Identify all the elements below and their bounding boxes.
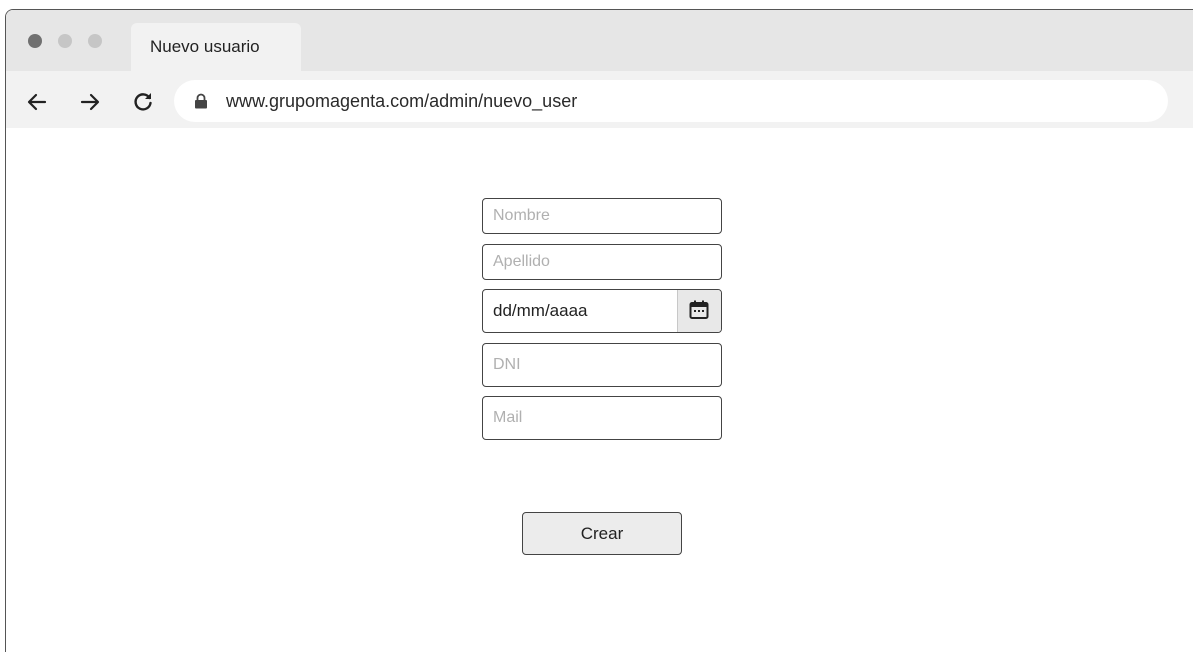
- forward-arrow-icon[interactable]: [78, 90, 102, 114]
- dni-input[interactable]: [482, 343, 722, 387]
- date-picker-button[interactable]: [677, 290, 721, 332]
- url-text: www.grupomagenta.com/admin/nuevo_user: [226, 91, 578, 111]
- apellido-input[interactable]: [482, 244, 722, 280]
- reload-icon[interactable]: [131, 90, 155, 114]
- crear-button[interactable]: Crear: [522, 512, 682, 555]
- lock-icon: [194, 93, 208, 114]
- tab-bar: Nuevo usuario: [6, 10, 1193, 71]
- birthdate-field[interactable]: dd/mm/aaaa: [482, 289, 722, 333]
- tab-title: Nuevo usuario: [150, 37, 260, 56]
- window-close-dot[interactable]: [28, 34, 42, 48]
- browser-toolbar: www.grupomagenta.com/admin/nuevo_user: [6, 71, 1193, 128]
- address-bar[interactable]: www.grupomagenta.com/admin/nuevo_user: [174, 80, 1168, 122]
- tab-nuevo-usuario[interactable]: Nuevo usuario: [131, 23, 301, 71]
- back-arrow-icon[interactable]: [25, 90, 49, 114]
- calendar-icon: [689, 300, 709, 319]
- browser-window: Nuevo usuario www.grupomagenta.com/admin…: [5, 9, 1193, 652]
- mail-input[interactable]: [482, 396, 722, 440]
- window-maximize-dot[interactable]: [88, 34, 102, 48]
- nombre-input[interactable]: [482, 198, 722, 234]
- date-value: dd/mm/aaaa: [493, 301, 588, 320]
- window-minimize-dot[interactable]: [58, 34, 72, 48]
- page-content: dd/mm/aaaa Crear: [6, 128, 1193, 652]
